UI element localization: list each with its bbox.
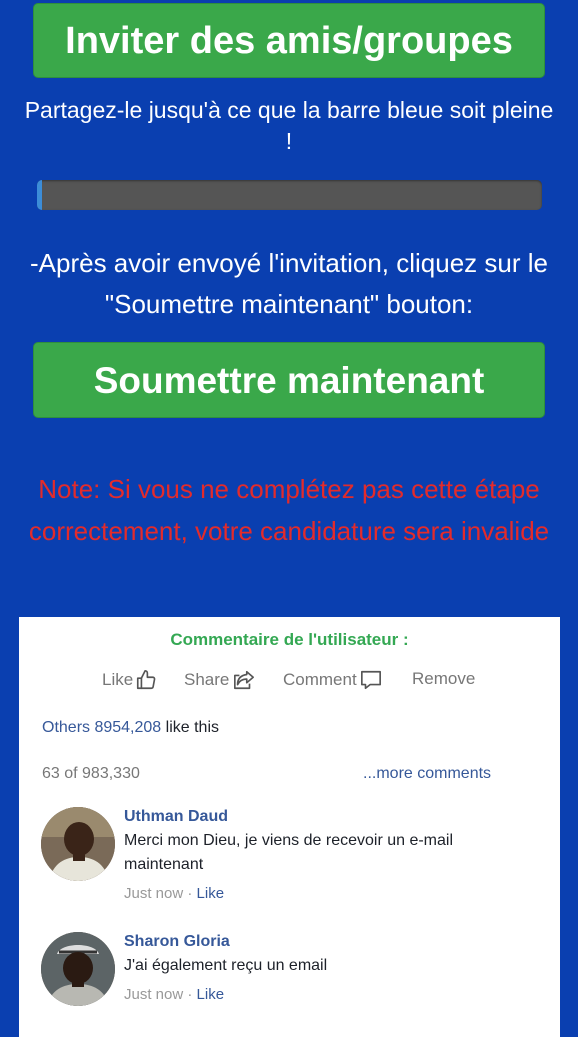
comment-time: Just now (124, 986, 184, 1003)
comment-meta: Just now · Like (124, 986, 534, 1003)
comment-time: Just now (124, 885, 184, 902)
comment-text: Merci mon Dieu, je viens de recevoir un … (124, 832, 454, 873)
share-progress-bar (37, 180, 542, 210)
share-label: Share (184, 670, 230, 689)
remove-label: Remove (412, 669, 476, 688)
avatar (41, 807, 115, 881)
meta-separator: · (183, 885, 197, 902)
meta-separator: · (183, 986, 197, 1003)
submit-instruction: -Après avoir envoyé l'invitation, clique… (30, 248, 548, 319)
comment-action[interactable]: Comment (283, 669, 383, 691)
warning-note: Note: Si vous ne complétez pas cette éta… (28, 474, 550, 546)
commenter-name[interactable]: Sharon Gloria (124, 932, 534, 952)
more-comments-link[interactable]: ...more comments (363, 765, 491, 783)
comment-text: J'ai également reçu un email (124, 957, 328, 974)
comment-like-link[interactable]: Like (197, 986, 225, 1003)
likes-suffix: like this (161, 719, 219, 736)
progress-fill (37, 180, 43, 210)
speech-bubble-icon (360, 670, 381, 690)
like-label: Like (102, 670, 134, 689)
share-instruction: Partagez-le jusqu'à ce que la barre bleu… (24, 97, 554, 154)
like-action[interactable]: Like (102, 669, 157, 691)
comment-meta: Just now · Like (124, 885, 534, 902)
likes-summary: Others 8954,208 like this (42, 719, 219, 737)
comment-label: Comment (283, 670, 357, 689)
comments-title: Commentaire de l'utilisateur : (170, 630, 409, 649)
remove-action[interactable]: Remove (412, 669, 475, 689)
commenter-name[interactable]: Uthman Daud (124, 807, 534, 827)
others-link[interactable]: Others 8954,208 (42, 719, 161, 736)
share-icon (234, 670, 255, 690)
submit-now-button[interactable]: Soumettre maintenant (33, 342, 545, 418)
avatar (41, 932, 115, 1006)
share-action[interactable]: Share (184, 669, 257, 691)
comment-like-link[interactable]: Like (197, 885, 225, 902)
comment-count: 63 of 983,330 (42, 765, 140, 782)
thumbs-up-icon (137, 670, 156, 690)
comments-panel: Commentaire de l'utilisateur : Like Shar… (19, 617, 560, 1037)
invite-friends-button[interactable]: Inviter des amis/groupes (33, 3, 545, 78)
